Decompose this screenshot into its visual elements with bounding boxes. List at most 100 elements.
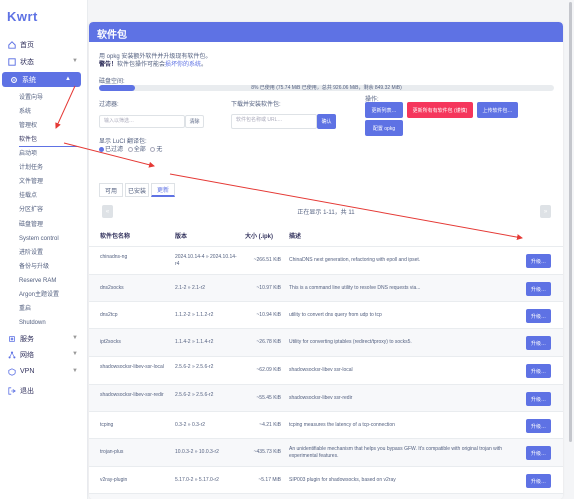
upgrade-all-button[interactable]: 更新所有有软件包 (谨慎) [407, 102, 473, 118]
package-version: 2.5.6-2 » 2.5.6-r2 [175, 364, 214, 370]
ok-button[interactable]: 确认 [317, 114, 336, 129]
package-size: ~266.51 KiB [253, 257, 281, 263]
package-version: 1.1.4-2 » 1.1.4-r2 [175, 339, 214, 345]
upgrade-button[interactable]: 升级… [526, 446, 551, 460]
upgrade-button[interactable]: 升级… [526, 254, 551, 268]
sidebar-subitem-backup[interactable]: 备份与升级 [19, 263, 49, 271]
services-icon [9, 335, 15, 342]
package-version: 2.1-2 » 2.1-r2 [175, 285, 206, 291]
brand-logo[interactable]: Kwrt [7, 9, 38, 24]
filter-input[interactable]: 输入以筛选… [99, 115, 185, 128]
sidebar-subitem-startup[interactable]: 启动项 [19, 150, 37, 158]
filter-label: 过滤器: [99, 102, 119, 108]
sidebar-subitem-cron[interactable]: 计划任务 [19, 164, 43, 172]
pagination-next-button[interactable]: » [540, 205, 551, 218]
upgrade-button[interactable]: 升级… [526, 336, 551, 350]
radio-none[interactable]: 无 [150, 146, 163, 153]
sidebar-item-system[interactable]: 系统 ▲ [2, 72, 81, 87]
warning-prefix: 警告！ [99, 62, 118, 68]
upgrade-button[interactable]: 升级… [526, 474, 551, 488]
active-underline [19, 146, 77, 147]
package-name: tcping [100, 422, 114, 428]
configure-opkg-button[interactable]: 配置 opkg [365, 120, 403, 136]
package-description: An unidentifiable mechanism that helps y… [289, 446, 503, 459]
page-title: 软件包 [97, 30, 127, 41]
radio-dot [99, 146, 104, 152]
chevron-up-icon: ▲ [65, 76, 71, 82]
package-size: ~10.94 KiB [256, 312, 281, 318]
sidebar-item-home[interactable]: 首页 [0, 37, 88, 52]
table-row: v2ray-plugin 5.17.0-2 » 5.17.0-r2 ~5.17 Mi… [89, 466, 563, 493]
table-row: shadowsocksr-libev-ssr-redir 2.5.6-2 » 2.… [89, 384, 563, 411]
column-header-size: 大小 (.ipk) [245, 234, 273, 240]
table-row: ipt2socks 1.1.4-2 » 1.1.4-r2 ~26.78 KiB Uti… [89, 328, 563, 356]
sidebar-subitem-wizard[interactable]: 设置向导 [19, 94, 43, 102]
disk-usage-text: 8% 已使用 (75.74 MiB 已使用，总共 926.06 MiB，剩余 8… [251, 85, 402, 91]
package-description: This is a command line utility to resolv… [289, 285, 421, 291]
upgrade-button[interactable]: 升级… [526, 392, 551, 406]
sidebar-subitem-syscontrol[interactable]: System control [19, 235, 59, 243]
warning-body: 软件包操作可能会 [117, 62, 166, 68]
package-size: ~55.45 KiB [256, 395, 281, 401]
package-size: ~62.09 KiB [256, 367, 281, 373]
sidebar-subitem-filemanager[interactable]: 文件管理 [19, 178, 43, 186]
chevron-down-icon: ▼ [72, 58, 78, 64]
sidebar-subitem-disks[interactable]: 磁盘管理 [19, 221, 43, 229]
sidebar-subitem-mounts[interactable]: 挂载点 [19, 192, 37, 200]
upgrade-button[interactable]: 升级… [526, 309, 551, 323]
sidebar-subitem-advanced[interactable]: 进阶设置 [19, 249, 43, 257]
sidebar-item-network[interactable]: 网络 ▼ [0, 347, 88, 362]
warning-link[interactable]: 损坏你的系统 [165, 62, 201, 68]
status-icon [8, 57, 16, 66]
clear-button[interactable]: 清除 [185, 115, 204, 128]
sidebar-item-vpn[interactable]: VPN ▼ [0, 364, 88, 379]
package-name: shadowsocksr-libev-ssr-local [100, 364, 164, 370]
radio-dot [127, 146, 133, 152]
upgrade-button[interactable]: 升级… [526, 419, 551, 433]
chevron-down-icon: ▼ [72, 335, 78, 341]
tab-updates[interactable]: 更新 [151, 183, 175, 197]
sidebar-item-services[interactable]: 服务 ▼ [0, 331, 88, 346]
radio-filtered[interactable]: 已过滤 [99, 146, 123, 153]
radio-label: 无 [156, 147, 163, 153]
sidebar-subitem-partexp[interactable]: 分区扩容 [19, 206, 43, 214]
package-size: ~4.21 KiB [259, 422, 281, 428]
column-header-description: 描述 [289, 234, 302, 240]
sidebar-subitem-system[interactable]: 系统 [19, 108, 31, 116]
home-icon [8, 40, 16, 49]
package-version: 2024.10.14-4 » 2024.10.14-r4 [175, 254, 237, 267]
table-row: trojan-plus 10.0.3-2 » 10.0.3-r2 ~435.73 K… [89, 438, 563, 466]
chevron-down-icon: ▼ [72, 351, 78, 357]
sidebar-item-status[interactable]: 状态 ▼ [0, 54, 88, 69]
radio-all[interactable]: 全部 [127, 146, 146, 153]
sidebar-subitem-argon[interactable]: Argon主题设置 [19, 291, 59, 299]
update-lists-button[interactable]: 更新列表… [365, 102, 403, 118]
sidebar-subitem-admin[interactable]: 管理权 [19, 122, 37, 130]
download-input[interactable]: 软件包名称或 URL… [231, 114, 317, 129]
package-description: tcping measures the latency of a tcp-con… [289, 422, 395, 428]
column-header-version: 版本 [175, 234, 188, 240]
table-row: dns2socks 2.1-2 » 2.1-r2 ~10.97 KiB This is… [89, 274, 563, 301]
translation-radio-group: 已过滤 全部 无 [99, 144, 162, 153]
sidebar-item-label: 系统 [22, 76, 36, 84]
package-version: 1.1.2-2 » 1.1.2-r2 [175, 312, 214, 318]
sidebar-subitem-reboot[interactable]: 重启 [19, 305, 31, 313]
logout-icon [8, 386, 16, 395]
package-description: shadowsocksr-libev ssr-local [289, 367, 353, 373]
upload-package-button[interactable]: 上传软件包… [477, 102, 518, 118]
package-description: shadowsocksr-libev ssr-redir [289, 395, 353, 401]
sidebar-item-logout[interactable]: 退出 [0, 383, 88, 398]
sidebar-subitem-shutdown[interactable]: Shutdown [19, 319, 46, 327]
sidebar-subitem-reserveram[interactable]: Reserve RAM [19, 277, 56, 285]
upgrade-button[interactable]: 升级… [526, 282, 551, 296]
sidebar-subitem-software[interactable]: 软件包 [19, 136, 37, 144]
package-size: ~26.78 KiB [256, 339, 281, 345]
tab-installed[interactable]: 已安装 [125, 183, 149, 197]
upgrade-button[interactable]: 升级… [526, 364, 551, 378]
page-scrollbar-thumb[interactable] [569, 2, 572, 442]
package-version: 10.0.3-2 » 10.0.3-r2 [175, 449, 219, 455]
package-name: chinadns-ng [100, 254, 128, 260]
sidebar-item-label: 服务 [20, 335, 34, 343]
panel-header: 软件包 [89, 22, 563, 42]
tab-available[interactable]: 可用 [99, 183, 123, 197]
